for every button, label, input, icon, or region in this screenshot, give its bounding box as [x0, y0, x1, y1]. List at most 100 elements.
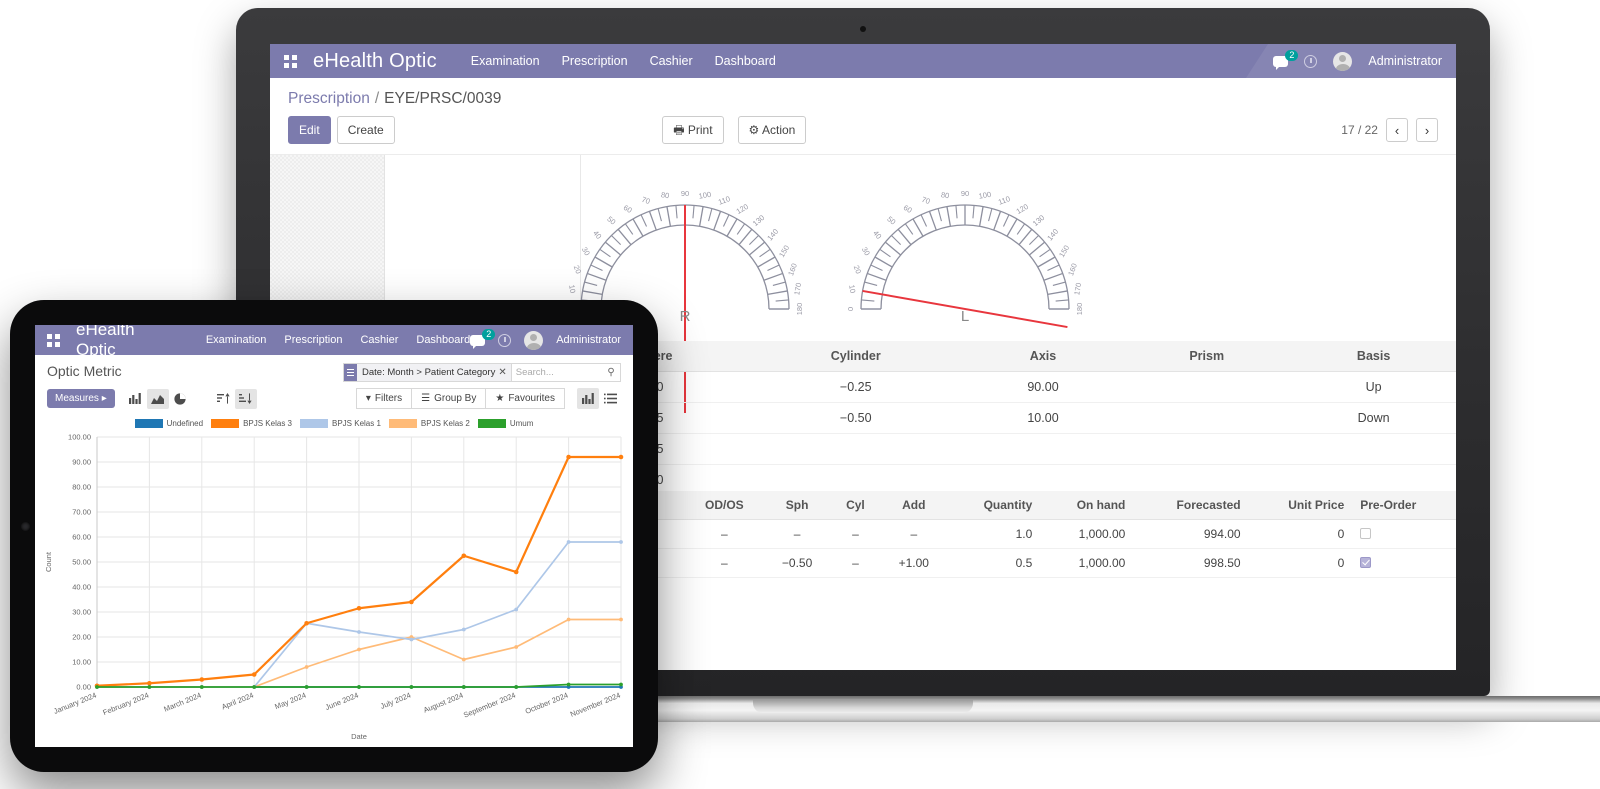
messages-icon[interactable]: 2	[470, 328, 496, 349]
th-add[interactable]: Add	[880, 491, 948, 520]
chart-data-point[interactable]	[619, 617, 623, 622]
graph-view-icon[interactable]	[577, 388, 599, 409]
chart-data-point[interactable]	[461, 553, 467, 559]
chart-data-point[interactable]	[304, 685, 309, 689]
search-input[interactable]: Date: Month > Patient Category ✕ Search.…	[343, 363, 621, 382]
chart-data-point[interactable]	[619, 540, 623, 544]
avatar-icon[interactable]	[1333, 51, 1353, 71]
apps-grid-icon[interactable]	[284, 54, 297, 68]
chart-data-point[interactable]	[409, 599, 414, 605]
th-onhand[interactable]: On hand	[1040, 491, 1134, 520]
nav-item-prescription[interactable]: Prescription	[284, 334, 342, 346]
nav-item-cashier[interactable]: Cashier	[650, 54, 693, 68]
chart-data-point[interactable]	[147, 685, 152, 689]
chart-data-point[interactable]	[409, 637, 414, 642]
chart-data-point[interactable]	[357, 647, 361, 652]
svg-text:110: 110	[997, 194, 1011, 207]
pie-chart-icon[interactable]	[169, 389, 191, 409]
th-odos[interactable]: OD/OS	[685, 491, 764, 520]
nav-item-examination[interactable]: Examination	[206, 334, 267, 346]
y-axis-tick: 50.00	[72, 558, 91, 567]
chart-data-point[interactable]	[566, 540, 571, 544]
nav-item-dashboard[interactable]: Dashboard	[416, 334, 470, 346]
chart-data-point[interactable]	[513, 569, 519, 575]
webcam-icon	[860, 26, 866, 32]
chart-data-point[interactable]	[514, 645, 519, 649]
chart-data-point[interactable]	[514, 607, 519, 612]
chart-data-point[interactable]	[618, 454, 624, 460]
cell-basis	[1291, 433, 1456, 465]
chart-data-point[interactable]	[147, 680, 152, 686]
th-cyl[interactable]: Cyl	[830, 491, 881, 520]
pager-prev-icon[interactable]: ‹	[1385, 118, 1408, 142]
favourites-button[interactable]: ★ Favourites	[486, 388, 565, 409]
chart-data-point[interactable]	[304, 620, 309, 626]
pager-next-icon[interactable]: ›	[1415, 118, 1438, 142]
breadcrumb: Prescription / EYE/PRSC/0039	[288, 90, 1438, 108]
filters-button[interactable]: ▾ Filters	[355, 388, 413, 409]
th-prism[interactable]: Prism	[1122, 341, 1292, 372]
nav-item-examination[interactable]: Examination	[471, 54, 540, 68]
y-axis-tick: 0.00	[76, 683, 91, 692]
breadcrumb-root[interactable]: Prescription	[288, 90, 370, 107]
chart-data-point[interactable]	[461, 685, 466, 689]
th-forecasted[interactable]: Forecasted	[1133, 491, 1249, 520]
chart-data-point[interactable]	[357, 685, 361, 689]
action-button[interactable]: ⚙ Action	[737, 116, 807, 144]
cell-cylinder: −0.50	[747, 402, 964, 434]
search-facet[interactable]: Date: Month > Patient Category ✕	[344, 364, 512, 381]
print-button[interactable]: 🖶 Print	[662, 116, 724, 144]
line-chart-icon[interactable]	[146, 388, 169, 409]
chart-data-point[interactable]	[566, 682, 571, 687]
chart-data-point[interactable]	[251, 672, 257, 677]
bar-chart-icon[interactable]	[125, 389, 147, 409]
chart-data-point[interactable]	[95, 685, 99, 689]
chart-data-point[interactable]	[514, 685, 519, 689]
chart-data-point[interactable]	[461, 627, 466, 632]
measures-button[interactable]: Measures ▸	[47, 389, 115, 408]
th-preorder[interactable]: Pre-Order	[1352, 491, 1456, 520]
messages-icon[interactable]: 2	[1273, 49, 1299, 70]
th-cylinder[interactable]: Cylinder	[747, 341, 964, 372]
list-view-icon[interactable]	[599, 388, 621, 409]
th-axis[interactable]: Axis	[963, 341, 1123, 372]
graph-view: Undefined BPJS Kelas 3 BPJS Kelas 1 BPJS Ke…	[35, 415, 633, 745]
search-placeholder[interactable]: Search...	[512, 367, 602, 378]
nav-item-prescription[interactable]: Prescription	[562, 54, 628, 68]
chart-data-point[interactable]	[199, 685, 204, 689]
nav-item-cashier[interactable]: Cashier	[360, 334, 398, 346]
clock-icon[interactable]	[1304, 54, 1318, 68]
th-sph[interactable]: Sph	[763, 491, 831, 520]
measures-label: Measures	[55, 393, 99, 404]
list-icon: ☰	[421, 393, 431, 404]
close-icon[interactable]: ✕	[498, 367, 510, 378]
create-button[interactable]: Create	[336, 116, 395, 144]
apps-grid-icon[interactable]	[47, 333, 60, 347]
chart-data-point[interactable]	[566, 617, 571, 622]
chart-data-point[interactable]	[566, 454, 571, 460]
th-quantity[interactable]: Quantity	[947, 491, 1041, 520]
cell-onhand: 1,000.00	[1040, 519, 1134, 549]
group-by-button[interactable]: ☰ Group By	[412, 388, 487, 409]
th-basis[interactable]: Basis	[1291, 341, 1456, 372]
chart-data-point[interactable]	[252, 685, 257, 689]
chart-data-point[interactable]	[356, 605, 362, 611]
chart-data-point[interactable]	[357, 630, 361, 634]
th-unit-price[interactable]: Unit Price	[1248, 491, 1353, 520]
search-icon[interactable]: ⚲	[602, 367, 620, 378]
chart-data-point[interactable]	[199, 677, 205, 682]
preorder-checkbox[interactable]	[1360, 557, 1372, 568]
chart-data-point[interactable]	[461, 657, 466, 662]
clock-icon[interactable]	[498, 333, 512, 347]
sort-ascending-icon[interactable]	[213, 389, 235, 409]
chart-data-point[interactable]	[304, 665, 309, 669]
chart-data-point[interactable]	[619, 682, 623, 687]
chart-data-point[interactable]	[409, 685, 414, 689]
preorder-checkbox[interactable]	[1360, 528, 1372, 539]
edit-button[interactable]: Edit	[288, 116, 331, 144]
avatar-icon[interactable]	[524, 330, 544, 350]
center-action-buttons: 🖶 Print ⚙ Action	[662, 116, 807, 144]
nav-item-dashboard[interactable]: Dashboard	[715, 54, 776, 68]
user-name[interactable]: Administrator	[556, 334, 621, 346]
sort-descending-icon[interactable]	[234, 388, 257, 409]
